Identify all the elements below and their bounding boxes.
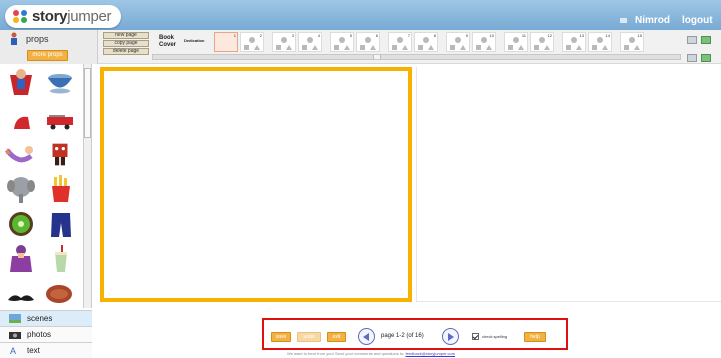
prop-superhero-cape[interactable]	[6, 67, 36, 97]
thumb-page-3[interactable]: 3	[272, 32, 296, 52]
print-icon[interactable]	[701, 36, 711, 44]
copy-page-button[interactable]: copy page	[103, 40, 149, 47]
thumb-page-4[interactable]: 4	[298, 32, 322, 52]
logo-dots-icon	[13, 9, 27, 24]
keyboard-icon[interactable]	[687, 54, 697, 62]
thumb-dedication[interactable]: Dedication	[182, 32, 206, 52]
prop-teacup[interactable]	[45, 67, 75, 97]
nav-scenes[interactable]: scenes	[0, 310, 92, 326]
feedback-note: We want to hear from you! Send your comm…	[287, 351, 456, 356]
thumb-page-10[interactable]: 10	[472, 32, 496, 52]
check-spelling-checkbox[interactable]	[472, 333, 479, 340]
svg-text:A: A	[10, 346, 16, 355]
save-disk-icon[interactable]	[687, 36, 697, 44]
next-page-button[interactable]	[442, 328, 459, 345]
prop-red-cap[interactable]	[8, 107, 38, 137]
prop-steak[interactable]	[44, 278, 74, 308]
help-button[interactable]: help	[524, 332, 546, 342]
grid-icon[interactable]	[701, 54, 711, 62]
nav-photos[interactable]: photos	[0, 326, 92, 342]
scenes-icon	[9, 314, 21, 323]
thumb-page-1[interactable]: 1	[214, 32, 238, 52]
thumb-book-cover[interactable]: Book Cover	[156, 32, 180, 52]
exit-button[interactable]: exit	[327, 332, 346, 342]
bottom-controls: save undo exit page 1-2 (of 16) check sp…	[262, 318, 568, 350]
prop-elephant[interactable]	[6, 174, 36, 204]
thumb-page-5[interactable]: 5	[330, 32, 354, 52]
prop-devil-monster[interactable]	[45, 137, 75, 167]
camera-icon	[9, 332, 21, 339]
user-icon	[620, 18, 627, 23]
scroll-grip[interactable]	[373, 55, 381, 59]
props-scrollbar[interactable]	[83, 64, 91, 308]
right-page-canvas[interactable]	[416, 67, 721, 302]
thumb-page-8[interactable]: 8	[414, 32, 438, 52]
thumb-page-6[interactable]: 6	[356, 32, 380, 52]
save-button[interactable]: save	[271, 332, 291, 342]
more-props-button[interactable]: more props	[27, 50, 68, 61]
props-panel	[0, 64, 92, 308]
thumb-page-14[interactable]: 14	[588, 32, 612, 52]
left-page-canvas[interactable]	[100, 67, 412, 302]
thumbnail-scrollbar[interactable]	[152, 54, 681, 60]
text-icon: A	[10, 346, 16, 355]
prop-lady-figure[interactable]	[6, 244, 36, 274]
page-thumbnail-strip: Book Cover Dedication 1 2 3 4 5 6 7 8 9 …	[156, 32, 680, 52]
prop-fire-truck[interactable]	[45, 107, 75, 137]
prop-mustache[interactable]	[6, 282, 36, 312]
check-spelling-label: check spelling	[482, 334, 508, 339]
prop-mermaid[interactable]	[5, 140, 35, 170]
prop-french-fries[interactable]	[46, 174, 76, 204]
previous-page-button[interactable]	[358, 328, 375, 345]
props-scroll-thumb[interactable]	[84, 68, 91, 138]
asset-nav: scenes photos A text	[0, 310, 92, 358]
feedback-email-link[interactable]: feedback@storyjumper.com	[405, 351, 455, 356]
username: Nimrod	[635, 15, 670, 26]
props-header: props more props	[0, 30, 98, 64]
props-figure-icon	[11, 32, 17, 45]
prop-jeans[interactable]	[46, 209, 76, 239]
thumb-page-11[interactable]: 11	[504, 32, 528, 52]
user-menu[interactable]: Nimrod	[620, 15, 670, 26]
delete-page-button[interactable]: delete page	[103, 48, 149, 55]
thumb-page-2[interactable]: 2	[240, 32, 264, 52]
page-indicator: page 1-2 (of 16)	[381, 333, 424, 339]
new-page-button[interactable]: new page	[103, 32, 149, 39]
thumb-page-9[interactable]: 9	[446, 32, 470, 52]
thumb-page-7[interactable]: 7	[388, 32, 412, 52]
props-title: props	[26, 34, 49, 44]
check-spelling-toggle[interactable]: check spelling	[472, 333, 507, 340]
logo-text: storyjumper	[32, 8, 112, 25]
thumb-page-12[interactable]: 12	[530, 32, 554, 52]
top-bar: storyjumper Nimrod logout	[0, 0, 721, 30]
logout-link[interactable]: logout	[682, 15, 713, 26]
page-actions: new page copy page delete page	[103, 32, 149, 56]
undo-button[interactable]: undo	[297, 332, 321, 342]
tool-icons	[685, 32, 715, 68]
prop-milkshake[interactable]	[46, 244, 76, 274]
prop-kiwi[interactable]	[6, 209, 36, 239]
thumb-page-13[interactable]: 13	[562, 32, 586, 52]
page-toolbar: props more props new page copy page dele…	[0, 30, 721, 64]
nav-text[interactable]: A text	[0, 342, 92, 358]
storyjumper-logo[interactable]: storyjumper	[5, 5, 121, 28]
thumb-page-15[interactable]: 15	[620, 32, 644, 52]
